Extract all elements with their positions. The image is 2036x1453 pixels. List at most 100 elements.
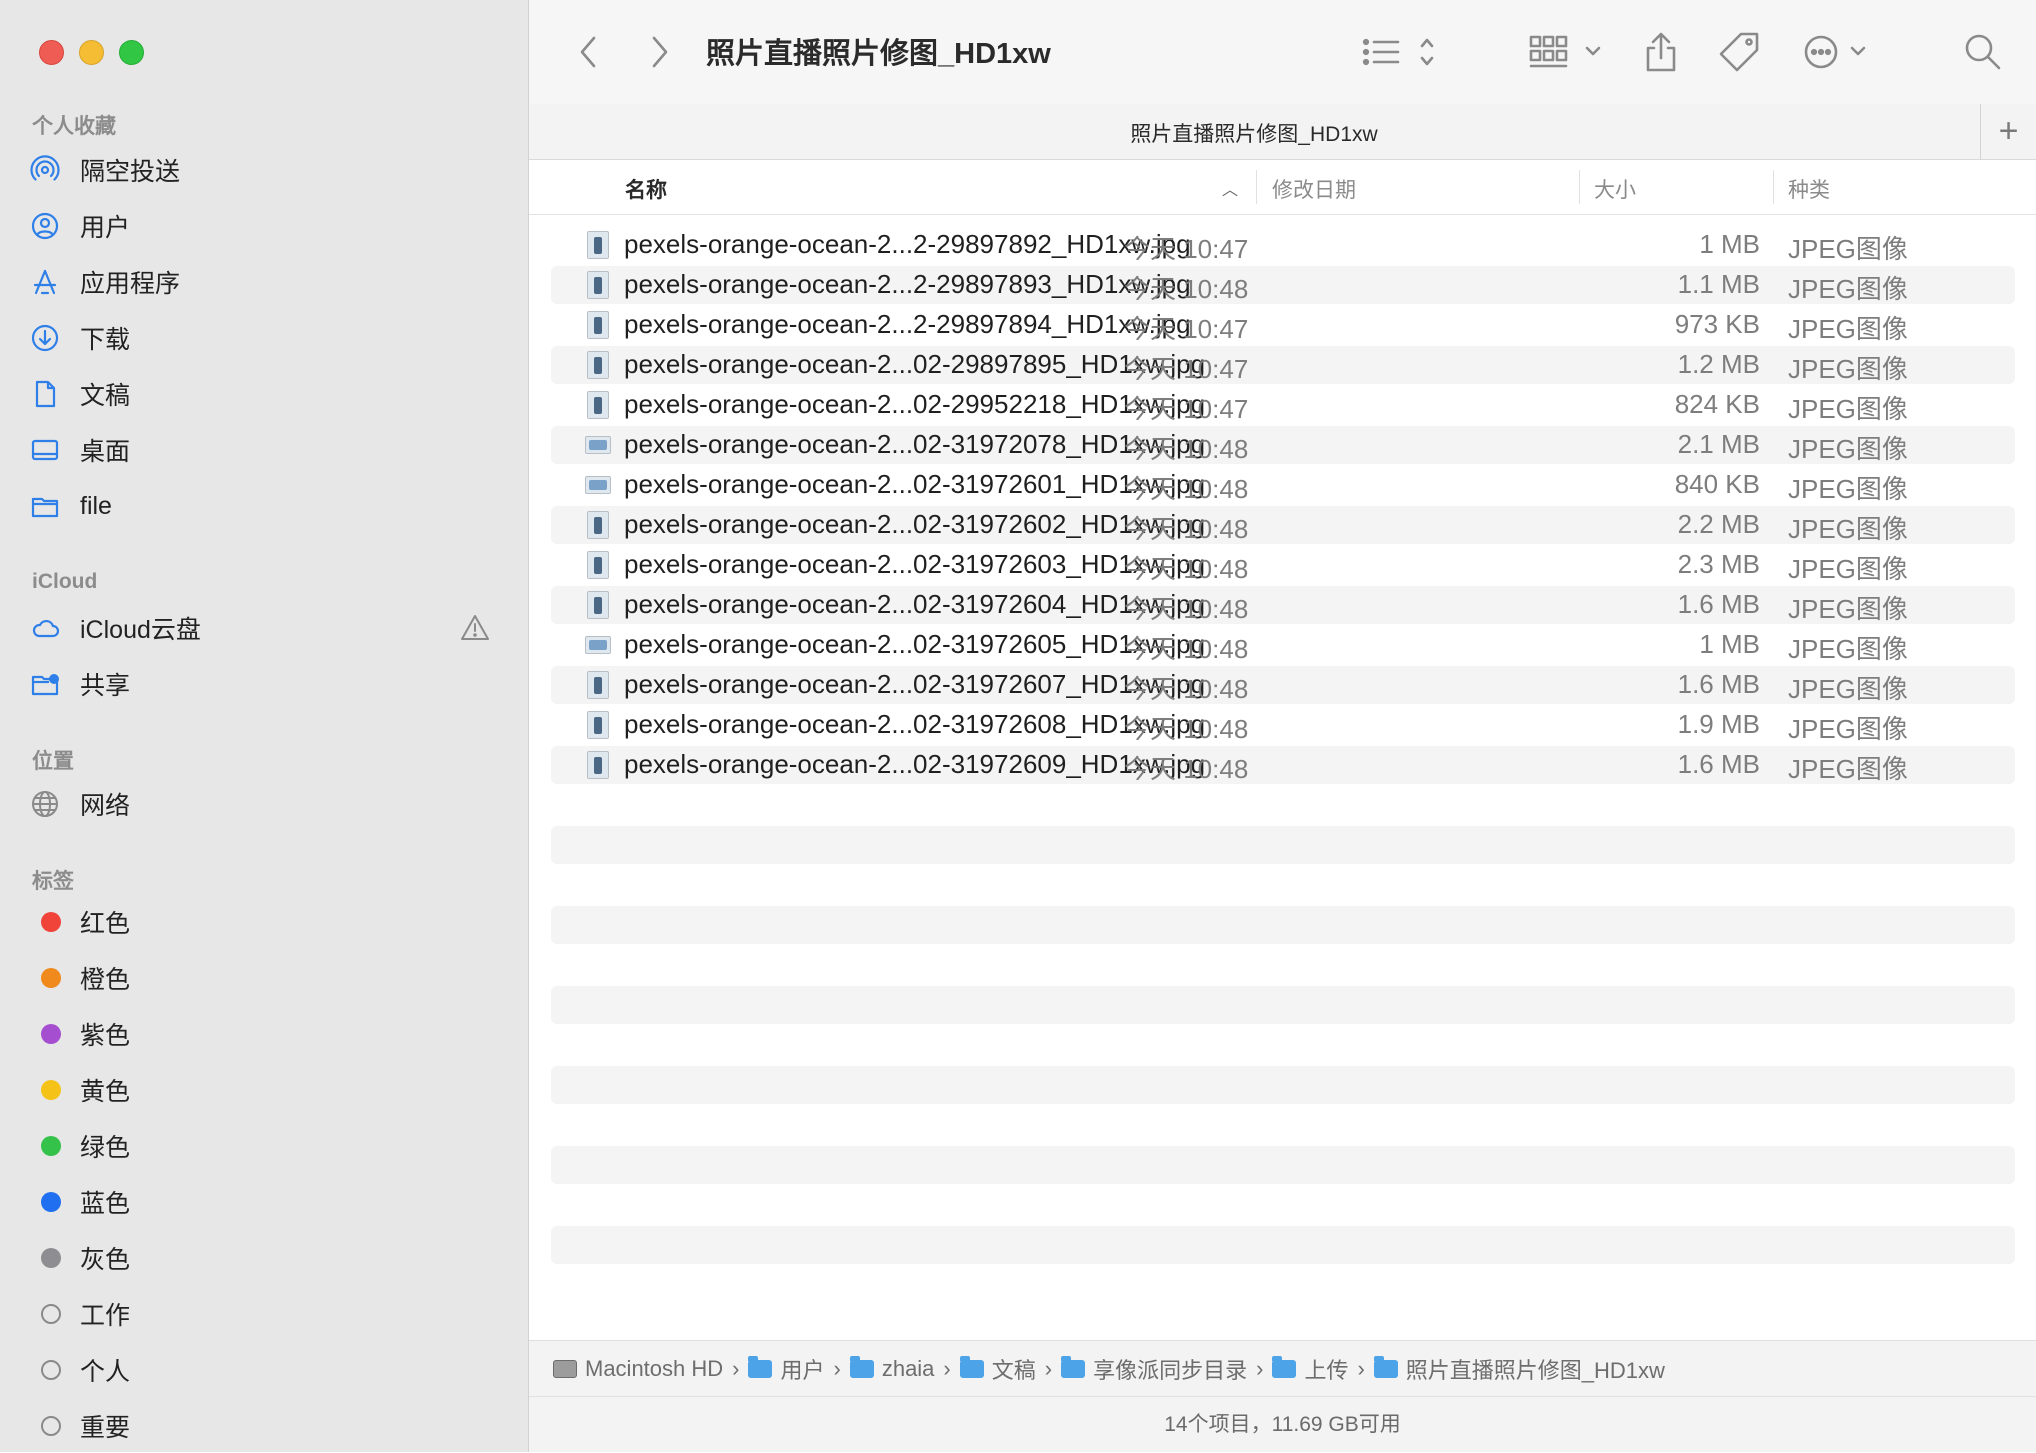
- file-size: 1.6 MB: [1677, 589, 1760, 619]
- path-crumb[interactable]: 用户: [748, 1353, 825, 1385]
- column-header-row: 名称 ︿ 修改日期 大小 种类: [529, 160, 2036, 215]
- shared-folder-icon: [30, 667, 72, 701]
- sidebar-tag-personal[interactable]: 个人: [30, 1348, 500, 1392]
- file-size: 1.1 MB: [1677, 269, 1760, 299]
- tag-button[interactable]: [1717, 28, 1761, 76]
- image-thumbnail-icon: [587, 391, 609, 419]
- tab-current[interactable]: 照片直播照片修图_HD1xw: [529, 118, 1979, 148]
- download-icon: [30, 321, 72, 355]
- red-tag-icon: [41, 912, 61, 932]
- sidebar-item-downloads[interactable]: 下载: [30, 316, 500, 360]
- sidebar-item-label: 共享: [80, 672, 131, 700]
- column-header-kind[interactable]: 种类: [1788, 174, 1830, 204]
- file-date: 今天 10:47: [1124, 234, 1249, 264]
- sidebar-tag-gray[interactable]: 灰色: [30, 1236, 500, 1280]
- column-header-date[interactable]: 修改日期: [1272, 174, 1356, 204]
- finder-window: 个人收藏 隔空投送 用户 应用程序 下载 文稿 桌面 file iCloud i…: [0, 0, 2036, 1452]
- sidebar-item-file[interactable]: file: [30, 484, 500, 528]
- image-thumbnail-icon: [587, 711, 609, 739]
- sidebar-item-label: 蓝色: [80, 1190, 131, 1218]
- sidebar-item-documents[interactable]: 文稿: [30, 372, 500, 416]
- file-date: 今天 10:48: [1124, 474, 1249, 504]
- sidebar-tag-important[interactable]: 重要: [30, 1404, 500, 1448]
- share-button[interactable]: [1641, 28, 1681, 76]
- path-crumb[interactable]: Macintosh HD: [553, 1356, 723, 1382]
- image-thumbnail-icon: [587, 271, 609, 299]
- file-row[interactable]: pexels-orange-ocean-2...02-31972603_HD1x…: [551, 546, 2015, 584]
- sidebar-item-applications[interactable]: 应用程序: [30, 260, 500, 304]
- column-divider[interactable]: [1256, 170, 1257, 204]
- close-window-button[interactable]: [39, 40, 64, 65]
- sidebar-tag-green[interactable]: 绿色: [30, 1124, 500, 1168]
- file-row[interactable]: pexels-orange-ocean-2...02-31972607_HD1x…: [551, 666, 2015, 704]
- minimize-window-button[interactable]: [79, 40, 104, 65]
- sidebar-item-label: 网络: [80, 792, 131, 820]
- path-crumb[interactable]: 上传: [1272, 1353, 1348, 1385]
- empty-row: [551, 906, 2015, 944]
- column-header-size[interactable]: 大小: [1594, 174, 1636, 204]
- forward-button[interactable]: [644, 28, 674, 76]
- image-thumbnail-icon: [587, 551, 609, 579]
- sidebar-item-desktop[interactable]: 桌面: [30, 428, 500, 472]
- file-row[interactable]: pexels-orange-ocean-2...02-29897895_HD1x…: [551, 346, 2015, 384]
- column-divider[interactable]: [1579, 170, 1580, 204]
- sidebar-item-airdrop[interactable]: 隔空投送: [30, 148, 500, 192]
- sidebar-item-user[interactable]: 用户: [30, 204, 500, 248]
- sidebar-tag-red[interactable]: 红色: [30, 900, 500, 944]
- sidebar-item-network[interactable]: 网络: [30, 782, 500, 826]
- sidebar-tag-blue[interactable]: 蓝色: [30, 1180, 500, 1224]
- more-actions-button[interactable]: [1803, 28, 1883, 76]
- share-icon: [1646, 32, 1676, 72]
- sidebar-tag-orange[interactable]: 橙色: [30, 956, 500, 1000]
- image-thumbnail-icon: [585, 636, 611, 654]
- path-crumb[interactable]: 享像派同步目录: [1061, 1353, 1247, 1385]
- image-thumbnail-icon: [587, 671, 609, 699]
- cloud-icon: [30, 611, 72, 645]
- warning-icon[interactable]: [460, 613, 490, 648]
- sidebar-item-shared[interactable]: 共享: [30, 662, 500, 706]
- file-row[interactable]: pexels-orange-ocean-2...02-31972609_HD1x…: [551, 746, 2015, 784]
- path-crumb-label: Macintosh HD: [585, 1355, 724, 1381]
- file-name: pexels-orange-ocean-2...02-31972604_HD1x…: [624, 589, 1206, 619]
- file-size: 2.3 MB: [1677, 549, 1760, 579]
- file-row[interactable]: pexels-orange-ocean-2...2-29897893_HD1xw…: [551, 266, 2015, 304]
- file-row[interactable]: pexels-orange-ocean-2...02-31972078_HD1x…: [551, 426, 2015, 464]
- file-row[interactable]: pexels-orange-ocean-2...02-31972604_HD1x…: [551, 586, 2015, 624]
- group-button[interactable]: [1529, 28, 1609, 76]
- image-thumbnail-icon: [585, 476, 611, 494]
- file-size: 1.9 MB: [1677, 709, 1760, 739]
- zoom-window-button[interactable]: [119, 40, 144, 65]
- file-row[interactable]: pexels-orange-ocean-2...02-31972605_HD1x…: [551, 626, 2015, 664]
- list-view-icon: [1362, 38, 1434, 66]
- new-tab-button[interactable]: +: [1980, 104, 2036, 159]
- document-icon: [30, 377, 72, 411]
- empty-row: [551, 1226, 2015, 1264]
- path-crumb[interactable]: 文稿: [959, 1353, 1036, 1385]
- file-name: pexels-orange-ocean-2...02-31972603_HD1x…: [624, 549, 1206, 579]
- file-size: 973 KB: [1674, 309, 1760, 339]
- image-thumbnail-icon: [587, 311, 609, 339]
- sidebar-item-icloud-drive[interactable]: iCloud云盘: [30, 606, 500, 650]
- column-divider[interactable]: [1773, 170, 1774, 204]
- sidebar-tag-work[interactable]: 工作: [30, 1292, 500, 1336]
- folder-icon: [959, 1355, 984, 1378]
- empty-tag-icon: [41, 1360, 61, 1380]
- back-button[interactable]: [574, 28, 604, 76]
- image-thumbnail-icon: [587, 591, 609, 619]
- file-row[interactable]: pexels-orange-ocean-2...02-31972608_HD1x…: [551, 706, 2015, 744]
- file-row[interactable]: pexels-orange-ocean-2...2-29897894_HD1xw…: [551, 306, 2015, 344]
- sidebar-tag-purple[interactable]: 紫色: [30, 1012, 500, 1056]
- file-row[interactable]: pexels-orange-ocean-2...02-29952218_HD1x…: [551, 386, 2015, 424]
- sidebar-tag-yellow[interactable]: 黄色: [30, 1068, 500, 1112]
- path-crumb[interactable]: 照片直播照片修图_HD1xw: [1373, 1353, 1665, 1385]
- file-kind: JPEG图像: [1788, 514, 1908, 544]
- file-row[interactable]: pexels-orange-ocean-2...02-31972601_HD1x…: [551, 466, 2015, 504]
- file-date: 今天 10:48: [1124, 594, 1249, 624]
- list-view-button[interactable]: [1361, 28, 1441, 76]
- path-crumb[interactable]: zhaia: [849, 1355, 934, 1382]
- column-header-name[interactable]: 名称: [625, 174, 667, 204]
- sidebar-item-label: 紫色: [80, 1022, 131, 1050]
- search-button[interactable]: [1961, 28, 2005, 76]
- file-row[interactable]: pexels-orange-ocean-2...02-31972602_HD1x…: [551, 506, 2015, 544]
- file-row[interactable]: pexels-orange-ocean-2...2-29897892_HD1xw…: [551, 226, 2015, 264]
